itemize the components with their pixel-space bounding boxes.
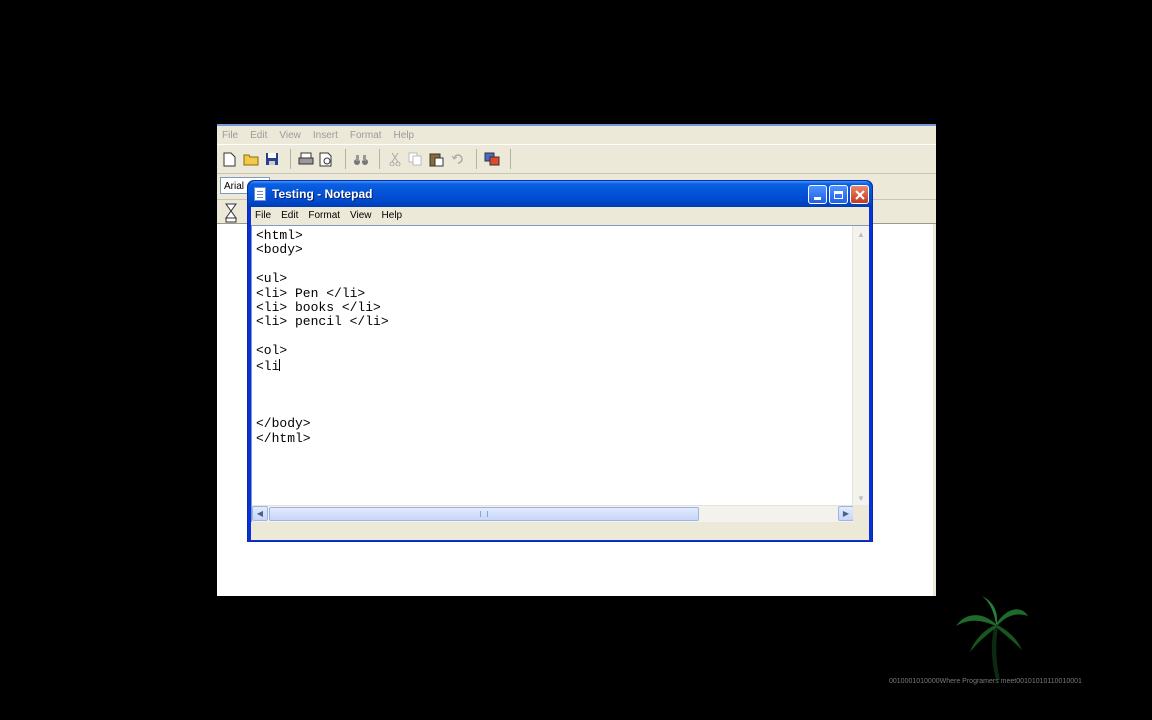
toolbar-separator (379, 149, 380, 169)
editor-line: <li (256, 358, 280, 374)
close-button[interactable] (850, 185, 869, 204)
wordpad-menu-edit[interactable]: Edit (250, 130, 267, 141)
editor-line: <html> (256, 228, 303, 243)
open-folder-icon[interactable] (242, 151, 259, 167)
copy-icon[interactable] (407, 151, 424, 167)
notepad-icon (254, 187, 266, 201)
toolbar-separator (476, 149, 477, 169)
editor-line: <ul> (256, 271, 288, 287)
scroll-down-arrow-icon[interactable]: ▼ (853, 490, 869, 506)
maximize-button[interactable] (829, 185, 848, 204)
scroll-left-arrow-icon[interactable]: ◀ (252, 506, 268, 521)
print-preview-icon[interactable] (318, 151, 335, 167)
wordpad-toolbar (217, 144, 936, 174)
window-title: Testing - Notepad (272, 187, 373, 201)
editor-line: </body> (256, 416, 311, 432)
wordpad-menu-format[interactable]: Format (350, 130, 382, 141)
wordpad-menu-help[interactable]: Help (394, 130, 415, 141)
editor-line: <ol> (256, 343, 288, 359)
menu-format[interactable]: Format (308, 210, 340, 221)
wordpad-menu-insert[interactable]: Insert (313, 130, 338, 141)
watermark-text: 0010001010000Where Programers meet001010… (889, 678, 1082, 685)
editor-line: <body> (256, 242, 303, 258)
scrollbar-corner (853, 505, 869, 522)
close-icon (854, 189, 865, 200)
menu-edit[interactable]: Edit (281, 210, 298, 221)
wordpad-menubar: File Edit View Insert Format Help (217, 126, 936, 144)
editor-line: <li> Pen </li> (256, 285, 366, 301)
text-editor[interactable]: <html> <body> <ul> <li> Pen </li> <li> b… (251, 225, 869, 522)
horizontal-scrollbar[interactable]: ◀ ▶ (252, 505, 854, 522)
editor-line: <li> books </li> (256, 300, 381, 316)
notepad-menubar: File Edit Format View Help (251, 207, 869, 224)
wordpad-menu-view[interactable]: View (279, 130, 301, 141)
text-caret (279, 358, 281, 371)
menu-file[interactable]: File (255, 210, 271, 221)
print-icon[interactable] (297, 151, 314, 167)
scroll-up-arrow-icon[interactable]: ▲ (853, 226, 869, 242)
menu-view[interactable]: View (350, 210, 372, 221)
undo-icon[interactable] (449, 151, 466, 167)
find-binoculars-icon[interactable] (352, 151, 369, 167)
wordpad-menu-file[interactable]: File (222, 130, 238, 141)
scroll-right-arrow-icon[interactable]: ▶ (838, 506, 854, 521)
notepad-client-area: File Edit Format View Help <html> <body>… (251, 207, 869, 540)
notepad-window: Testing - Notepad File Edit Format View … (247, 180, 873, 542)
menu-help[interactable]: Help (382, 210, 403, 221)
save-icon[interactable] (263, 151, 280, 167)
minimize-button[interactable] (808, 185, 827, 204)
horizontal-scroll-thumb[interactable] (269, 507, 699, 521)
wordpad-scroll-edge (933, 224, 936, 596)
paste-icon[interactable] (428, 151, 445, 167)
toolbar-separator (290, 149, 291, 169)
indent-marker-icon[interactable] (225, 203, 239, 223)
vertical-scrollbar[interactable]: ▲ ▼ (852, 226, 869, 506)
editor-text[interactable]: <html> <body> <ul> <li> Pen </li> <li> b… (256, 228, 389, 446)
cut-icon[interactable] (386, 151, 403, 167)
toolbar-separator (345, 149, 346, 169)
scroll-grip-icon (480, 511, 488, 517)
editor-line: </html> (256, 430, 311, 446)
insert-object-icon[interactable] (483, 151, 500, 167)
palm-tree-logo-icon (956, 596, 1028, 680)
toolbar-separator (510, 149, 511, 169)
new-document-icon[interactable] (221, 151, 238, 167)
editor-line: <li> pencil </li> (256, 314, 389, 330)
notepad-titlebar[interactable]: Testing - Notepad (248, 181, 872, 207)
